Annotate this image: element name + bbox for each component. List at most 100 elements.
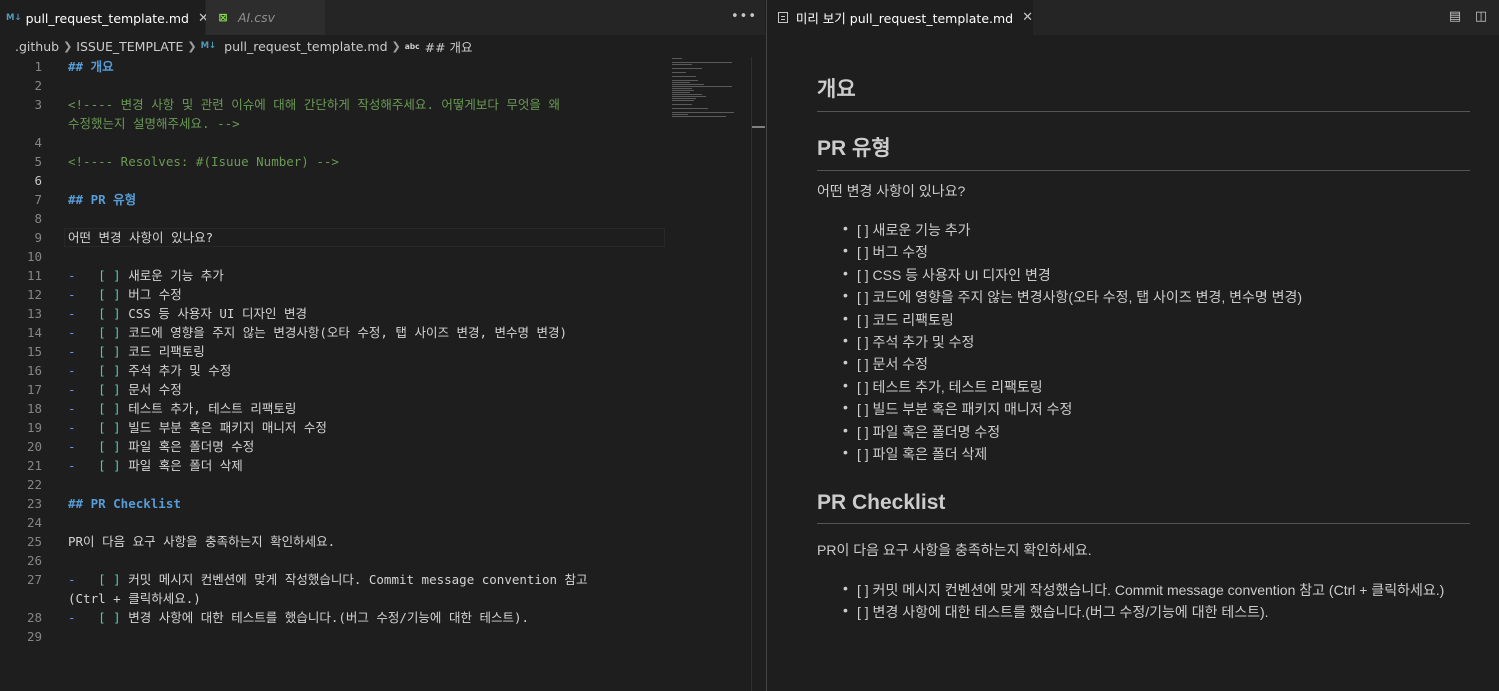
checkbox-marker: [ ] xyxy=(98,458,121,473)
code-line[interactable]: 17 - [ ] 문서 수정 xyxy=(0,380,665,399)
line-number: 15 xyxy=(26,344,42,359)
checkbox-marker: [ ] xyxy=(98,610,121,625)
split-editor-icon[interactable]: ◫ xyxy=(1473,9,1489,25)
code-line[interactable]: 21 - [ ] 파일 혹은 폴더 삭제 xyxy=(0,456,665,475)
code-line[interactable]: 6 xyxy=(0,171,665,190)
minimap-line xyxy=(672,112,734,113)
code-line-text: - [ ] 커밋 메시지 컨벤션에 맞게 작성했습니다. Commit mess… xyxy=(68,570,588,589)
code-line[interactable]: 9 어떤 변경 사항이 있나요? xyxy=(0,228,665,247)
code-line[interactable]: 16 - [ ] 주석 추가 및 수정 xyxy=(0,361,665,380)
breadcrumb-item-heading[interactable]: ## 개요 xyxy=(425,37,473,56)
code-line[interactable]: 수정했는지 설명해주세요. --> xyxy=(0,114,665,133)
code-line[interactable]: 11 - [ ] 새로운 기능 추가 xyxy=(0,266,665,285)
code-line[interactable]: 10 xyxy=(0,247,665,266)
code-line[interactable]: (Ctrl + 클릭하세요.) xyxy=(0,589,665,608)
code-line[interactable]: 1 ## 개요 xyxy=(0,57,665,76)
line-content: ## 개요 xyxy=(68,59,114,74)
minimap-line xyxy=(672,100,694,101)
line-content: ## PR 유형 xyxy=(68,192,137,207)
code-line[interactable]: 4 xyxy=(0,133,665,152)
close-icon[interactable]: ✕ xyxy=(1022,10,1033,25)
checkbox-marker: [ ] xyxy=(98,344,121,359)
code-line[interactable]: 13 - [ ] CSS 등 사용자 UI 디자인 변경 xyxy=(0,304,665,323)
line-content: (Ctrl + 클릭하세요.) xyxy=(68,591,201,606)
minimap-line xyxy=(672,86,732,87)
code-line-text: - [ ] 버그 수정 xyxy=(68,285,182,304)
line-number: 20 xyxy=(26,439,42,454)
code-line[interactable]: 5 <!---- Resolves: #(Isuue Number) --> xyxy=(0,152,665,171)
code-line[interactable]: 12 - [ ] 버그 수정 xyxy=(0,285,665,304)
line-number: 14 xyxy=(26,325,42,340)
code-line[interactable]: 20 - [ ] 파일 혹은 폴더명 수정 xyxy=(0,437,665,456)
minimap[interactable] xyxy=(670,57,750,137)
code-editor[interactable]: 1 ## 개요 2 3 <!---- 변경 사항 및 관련 이슈에 대해 간단하게 작성… xyxy=(0,57,665,691)
tab-label: 미리 보기 pull_request_template.md xyxy=(795,11,1014,26)
code-line-text: ## PR 유형 xyxy=(68,190,136,209)
vertical-scrollbar[interactable] xyxy=(751,57,765,691)
tab-preview[interactable]: 미리 보기 pull_request_template.md ✕ xyxy=(767,0,1033,35)
minimap-line xyxy=(672,92,690,93)
breadcrumb-item-github[interactable]: .github xyxy=(15,39,59,54)
line-number: 28 xyxy=(26,610,42,625)
code-line[interactable]: 18 - [ ] 테스트 추가, 테스트 리팩토링 xyxy=(0,399,665,418)
tab-label: pull_request_template.md xyxy=(25,10,189,26)
preview-list-item: [ ] CSS 등 사용자 UI 디자인 변경 xyxy=(843,265,1051,285)
minimap-line xyxy=(672,108,708,109)
preview-list-item: [ ] 빌드 부분 혹은 패키지 매니저 수정 xyxy=(843,399,1072,419)
list-item-text: CSS 등 사용자 UI 디자인 변경 xyxy=(120,306,307,321)
list-bullet: - xyxy=(68,572,99,587)
chevron-right-icon: ❯ xyxy=(187,39,197,53)
minimap-line xyxy=(672,72,686,73)
code-line[interactable]: 7 ## PR 유형 xyxy=(0,190,665,209)
breadcrumb-item-file[interactable]: pull_request_template.md xyxy=(224,39,387,54)
line-content: PR이 다음 요구 사항을 충족하는지 확인하세요. xyxy=(68,534,336,549)
code-line[interactable]: 2 xyxy=(0,76,665,95)
minimap-line xyxy=(672,64,692,65)
code-line[interactable]: 29 xyxy=(0,627,665,646)
list-bullet: - xyxy=(68,382,99,397)
code-line-text: (Ctrl + 클릭하세요.) xyxy=(68,589,201,608)
code-line[interactable]: 28 - [ ] 변경 사항에 대한 테스트를 했습니다.(버그 수정/기능에 대… xyxy=(0,608,665,627)
line-number: 24 xyxy=(26,515,42,530)
code-line[interactable]: 24 xyxy=(0,513,665,532)
line-number: 10 xyxy=(26,249,42,264)
code-line[interactable]: 19 - [ ] 빌드 부분 혹은 패키지 매니저 수정 xyxy=(0,418,665,437)
line-number: 25 xyxy=(26,534,42,549)
code-line[interactable]: 26 xyxy=(0,551,665,570)
breadcrumb-item-issue-template[interactable]: ISSUE_TEMPLATE xyxy=(76,39,183,54)
checkbox-marker: [ ] xyxy=(98,363,121,378)
code-line-text: PR이 다음 요구 사항을 충족하는지 확인하세요. xyxy=(68,532,335,551)
list-item-text: 파일 혹은 폴더 삭제 xyxy=(120,458,243,473)
scrollbar-thumb[interactable] xyxy=(752,126,765,128)
list-bullet: - xyxy=(68,363,99,378)
code-line[interactable]: 15 - [ ] 코드 리팩토링 xyxy=(0,342,665,361)
more-actions-button[interactable]: ••• xyxy=(731,7,756,29)
line-number: 22 xyxy=(26,477,42,492)
line-content: 어떤 변경 사항이 있나요? xyxy=(68,230,214,245)
open-source-file-icon[interactable]: ▤ xyxy=(1447,9,1463,25)
code-line[interactable]: 27 - [ ] 커밋 메시지 컨벤션에 맞게 작성했습니다. Commit me… xyxy=(0,570,665,589)
tab-ai-csv[interactable]: ⊠ AI.csv xyxy=(206,0,326,35)
line-content: ## PR Checklist xyxy=(68,496,181,511)
line-number: 16 xyxy=(26,363,42,378)
code-line[interactable]: 23 ## PR Checklist xyxy=(0,494,665,513)
minimap-line xyxy=(672,68,702,69)
code-line[interactable]: 3 <!---- 변경 사항 및 관련 이슈에 대해 간단하게 작성해주세요. 어… xyxy=(0,95,665,114)
checkbox-marker: [ ] xyxy=(98,572,121,587)
code-line-text: - [ ] 코드에 영향을 주지 않는 변경사항(오타 수정, 탭 사이즈 변경… xyxy=(68,323,567,342)
list-bullet: - xyxy=(68,287,99,302)
minimap-line xyxy=(672,96,706,97)
line-number: 7 xyxy=(34,192,42,207)
preview-list-item: [ ] 파일 혹은 폴더 삭제 xyxy=(843,444,987,464)
chevron-right-icon: ❯ xyxy=(63,39,73,53)
code-line[interactable]: 25 PR이 다음 요구 사항을 충족하는지 확인하세요. xyxy=(0,532,665,551)
line-number: 13 xyxy=(26,306,42,321)
code-line-text: - [ ] 빌드 부분 혹은 패키지 매니저 수정 xyxy=(68,418,327,437)
preview-list-item: [ ] 코드 리팩토링 xyxy=(843,310,954,330)
tab-pull-request-template[interactable]: M↓ pull_request_template.md ✕ xyxy=(0,0,209,35)
code-line[interactable]: 14 - [ ] 코드에 영향을 주지 않는 변경사항(오타 수정, 탭 사이즈 … xyxy=(0,323,665,342)
code-line[interactable]: 22 xyxy=(0,475,665,494)
minimap-line xyxy=(672,82,690,83)
code-line[interactable]: 8 xyxy=(0,209,665,228)
line-content: <!---- Resolves: #(Isuue Number) --> xyxy=(68,154,339,169)
